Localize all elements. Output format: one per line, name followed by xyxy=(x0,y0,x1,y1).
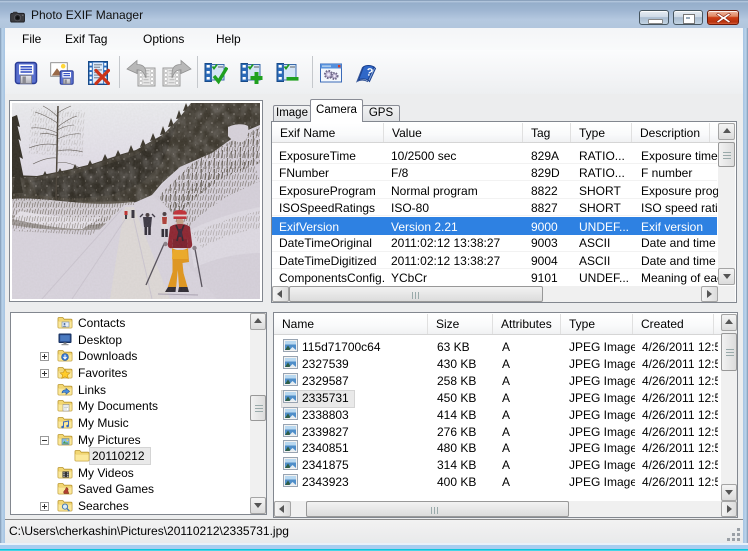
svg-text:?: ? xyxy=(365,66,374,79)
